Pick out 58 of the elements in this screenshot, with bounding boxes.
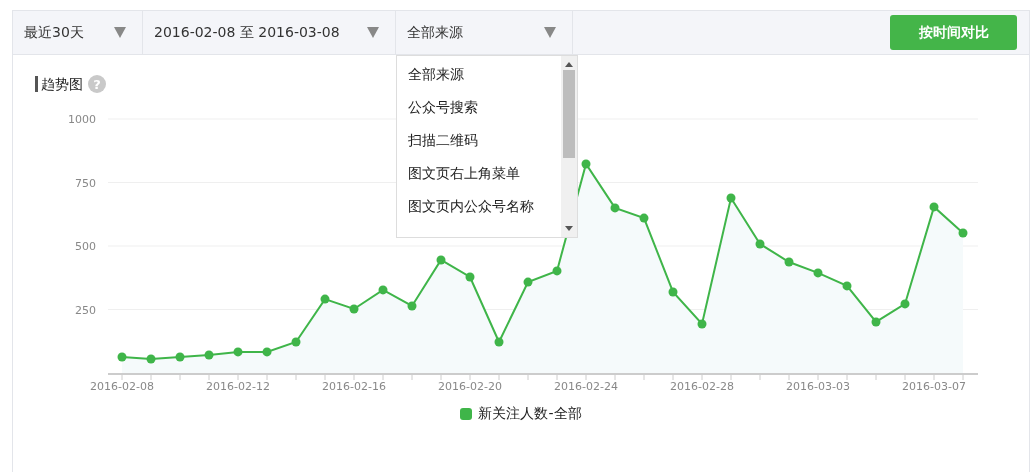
axis-label: 2016-02-16 (322, 380, 386, 393)
menu-item[interactable]: 图文页右上角菜单 (408, 165, 561, 198)
axis-label: 500 (75, 240, 96, 253)
legend-label: 新关注人数-全部 (478, 405, 582, 423)
filter-dropdown[interactable]: 全部来源 (396, 11, 573, 54)
scrollbar[interactable] (561, 56, 577, 237)
axis-label: 2016-02-24 (554, 380, 618, 393)
data-point (291, 337, 301, 347)
data-point (610, 203, 620, 213)
data-point (900, 299, 910, 309)
menu-item[interactable]: 扫描二维码 (408, 132, 561, 165)
data-point (262, 347, 272, 357)
data-point (958, 228, 968, 238)
data-point (929, 202, 939, 212)
filter-dropdown[interactable]: 2016-02-08 至 2016-03-08 (143, 11, 396, 54)
menu-item[interactable]: 全部来源 (408, 66, 561, 99)
data-point (407, 301, 417, 311)
data-point (639, 213, 649, 223)
data-point (697, 319, 707, 329)
caret-icon (367, 27, 379, 38)
axis-label: 2016-02-08 (90, 380, 154, 393)
data-point (320, 294, 330, 304)
data-point (378, 285, 388, 295)
filter-dropdown[interactable]: 最近30天 (13, 11, 143, 54)
axis-label: 2016-02-28 (670, 380, 734, 393)
axis-label: 2016-02-20 (438, 380, 502, 393)
caret-icon (544, 27, 556, 38)
menu-item[interactable]: 公众号搜索 (408, 99, 561, 132)
data-point (349, 304, 359, 314)
data-point (233, 347, 243, 357)
axis-label: 2016-03-07 (902, 380, 966, 393)
data-point (784, 257, 794, 267)
menu-item[interactable]: 图文页内公众号名称 (408, 198, 561, 231)
data-point (842, 281, 852, 291)
data-point (813, 268, 823, 278)
data-point (436, 255, 446, 265)
data-point (581, 159, 591, 169)
data-point (668, 287, 678, 297)
data-point (146, 354, 156, 364)
scroll-up-icon[interactable] (565, 62, 573, 67)
scroll-down-icon[interactable] (565, 226, 573, 231)
axis-label: 1000 (68, 113, 96, 126)
data-point (204, 350, 214, 360)
data-point (494, 337, 504, 347)
data-point (871, 317, 881, 327)
axis-label: 750 (75, 176, 96, 190)
axis-label: 250 (75, 303, 96, 317)
section-title: 趋势图 (35, 76, 83, 92)
axis-label: 2016-02-12 (206, 380, 270, 393)
data-point (465, 272, 475, 282)
data-point (523, 277, 533, 287)
data-point (552, 266, 562, 276)
axis-label: 2016-03-03 (786, 380, 850, 393)
data-point (755, 239, 765, 249)
caret-icon (114, 27, 126, 38)
data-point (117, 352, 127, 362)
data-point (726, 193, 736, 203)
data-point (175, 352, 185, 362)
